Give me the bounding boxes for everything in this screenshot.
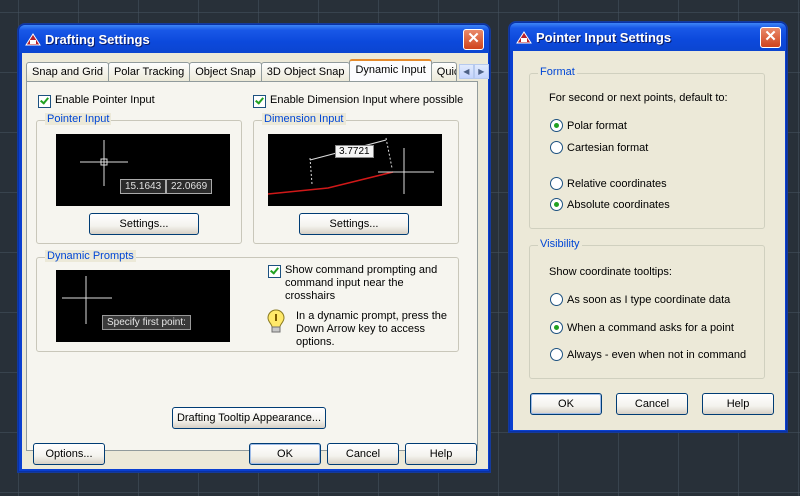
crosshair-icon: [62, 276, 112, 324]
pointer-client-area: Format For second or next points, defaul…: [513, 51, 785, 430]
absolute-coordinates-label: Absolute coordinates: [567, 198, 670, 211]
tab-strip: Snap and Grid Polar Tracking Object Snap…: [26, 59, 489, 81]
pointer-input-group-label: Pointer Input: [45, 113, 112, 125]
check-box-icon: [38, 95, 51, 108]
pointer-help-button[interactable]: Help: [702, 393, 774, 415]
format-group: Format For second or next points, defaul…: [529, 66, 765, 229]
tab-3d-object-snap[interactable]: 3D Object Snap: [260, 62, 351, 81]
relative-coordinates-label: Relative coordinates: [567, 177, 667, 190]
enable-dimension-input-label: Enable Dimension Input where possible: [270, 94, 464, 106]
help-button[interactable]: Help: [405, 443, 477, 465]
pointer-input-settings-button[interactable]: Settings...: [89, 213, 199, 235]
radio-icon: [550, 177, 563, 190]
absolute-coordinates-radio[interactable]: Absolute coordinates: [550, 198, 670, 211]
dimension-input-settings-button[interactable]: Settings...: [299, 213, 409, 235]
pointer-y-tooltip: 22.0669: [166, 179, 213, 194]
radio-icon: [550, 348, 563, 361]
as-soon-as-label: As soon as I type coordinate data: [567, 293, 731, 306]
drafting-close-button[interactable]: ✕: [463, 29, 484, 50]
pointer-input-preview: 15.1643 22.0669: [56, 134, 230, 206]
tab-object-snap[interactable]: Object Snap: [189, 62, 262, 81]
dimension-input-preview: 3.7721: [268, 134, 442, 206]
pointer-close-button[interactable]: ✕: [760, 27, 781, 48]
tab-dynamic-input[interactable]: Dynamic Input: [349, 59, 432, 81]
pointer-input-group: Pointer Input 15.1643 22.0669 Settings..…: [36, 113, 242, 244]
pointer-cancel-button[interactable]: Cancel: [616, 393, 688, 415]
show-command-prompting-label: Show command prompting and command input…: [285, 264, 438, 302]
drafting-settings-title: Drafting Settings: [45, 31, 150, 47]
radio-icon: [550, 119, 563, 132]
pointer-input-titlebar[interactable]: Pointer Input Settings ✕: [510, 23, 786, 51]
pointer-input-settings-window: Pointer Input Settings ✕ Format For seco…: [509, 22, 787, 432]
dynamic-prompts-group-label: Dynamic Prompts: [45, 250, 136, 262]
visibility-intro-text: Show coordinate tooltips:: [549, 266, 672, 278]
dimension-input-group-label: Dimension Input: [262, 113, 346, 125]
tab-scroll-right-icon[interactable]: ▶: [473, 64, 489, 79]
ok-button[interactable]: OK: [249, 443, 321, 465]
always-label: Always - even when not in command: [567, 348, 747, 361]
enable-dimension-input-checkbox[interactable]: Enable Dimension Input where possible: [253, 94, 463, 108]
drafting-tooltip-appearance-button[interactable]: Drafting Tooltip Appearance...: [172, 407, 326, 429]
drafting-settings-window: Drafting Settings ✕ Snap and Grid Polar …: [18, 24, 490, 472]
format-intro-text: For second or next points, default to:: [549, 92, 728, 104]
dimension-value-tooltip: 3.7721: [335, 145, 374, 158]
tab-scroll-controls: ◀ ▶: [458, 64, 489, 79]
tab-scroll-left-icon[interactable]: ◀: [458, 64, 474, 79]
dynamic-prompts-group: Dynamic Prompts Specify first point: Sho…: [36, 250, 459, 352]
drafting-client-area: Snap and Grid Polar Tracking Object Snap…: [22, 53, 489, 469]
when-command-radio[interactable]: When a command asks for a point: [550, 321, 734, 334]
polar-format-label: Polar format: [567, 119, 627, 132]
relative-coordinates-radio[interactable]: Relative coordinates: [550, 177, 667, 190]
drafting-settings-titlebar[interactable]: Drafting Settings ✕: [19, 25, 489, 53]
pointer-ok-button[interactable]: OK: [530, 393, 602, 415]
info-bulb-icon: [267, 309, 285, 338]
autocad-app-icon: [516, 30, 532, 44]
dimension-input-group: Dimension Input 3.7721 Settings...: [253, 113, 459, 244]
radio-icon: [550, 141, 563, 154]
tab-polar-tracking[interactable]: Polar Tracking: [107, 62, 191, 81]
tab-snap-and-grid[interactable]: Snap and Grid: [26, 62, 109, 81]
autocad-app-icon: [25, 32, 41, 46]
radio-icon: [550, 198, 563, 211]
crosshair-icon: [80, 140, 128, 186]
when-command-label: When a command asks for a point: [567, 321, 734, 334]
dynamic-prompt-info-text: In a dynamic prompt, press the Down Arro…: [296, 310, 448, 348]
format-group-label: Format: [538, 66, 577, 78]
radio-icon: [550, 321, 563, 334]
visibility-group-label: Visibility: [538, 238, 582, 250]
pointer-x-tooltip: 15.1643: [120, 179, 167, 194]
check-box-icon: [268, 265, 281, 278]
options-button[interactable]: Options...: [33, 443, 105, 465]
tab-quick-properties[interactable]: Quic: [430, 62, 457, 81]
prompt-tooltip: Specify first point:: [102, 315, 191, 330]
always-radio[interactable]: Always - even when not in command: [550, 348, 746, 361]
enable-pointer-input-label: Enable Pointer Input: [55, 94, 155, 106]
cartesian-format-label: Cartesian format: [567, 141, 649, 154]
as-soon-as-radio[interactable]: As soon as I type coordinate data: [550, 293, 730, 306]
dynamic-input-page: Enable Pointer Input Enable Dimension In…: [26, 81, 478, 451]
enable-pointer-input-checkbox[interactable]: Enable Pointer Input: [38, 94, 155, 108]
cartesian-format-radio[interactable]: Cartesian format: [550, 141, 648, 154]
dynamic-prompts-preview: Specify first point:: [56, 270, 230, 342]
polar-format-radio[interactable]: Polar format: [550, 119, 627, 132]
show-command-prompting-checkbox[interactable]: Show command prompting and command input…: [268, 264, 453, 303]
visibility-group: Visibility Show coordinate tooltips: As …: [529, 238, 765, 379]
radio-icon: [550, 293, 563, 306]
check-box-icon: [253, 95, 266, 108]
cancel-button[interactable]: Cancel: [327, 443, 399, 465]
pointer-input-title: Pointer Input Settings: [536, 29, 672, 45]
